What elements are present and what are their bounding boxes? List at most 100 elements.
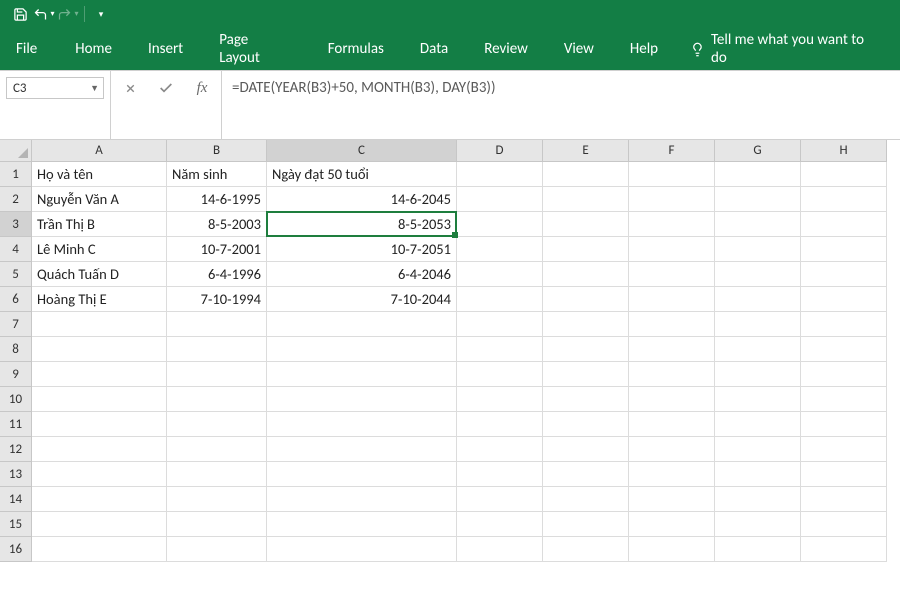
- cell-C16[interactable]: [267, 537, 457, 562]
- cell-C2[interactable]: 14-6-2045: [267, 187, 457, 212]
- cell-E5[interactable]: [543, 262, 629, 287]
- save-button[interactable]: [8, 2, 32, 26]
- cell-B7[interactable]: [167, 312, 267, 337]
- cell-C4[interactable]: 10-7-2051: [267, 237, 457, 262]
- cell-G8[interactable]: [715, 337, 801, 362]
- cell-D6[interactable]: [457, 287, 543, 312]
- cell-A15[interactable]: [32, 512, 167, 537]
- column-header-A[interactable]: A: [32, 140, 167, 162]
- row-header-12[interactable]: 12: [0, 437, 32, 462]
- cell-A1[interactable]: Họ và tên: [32, 162, 167, 187]
- cell-C11[interactable]: [267, 412, 457, 437]
- cell-G2[interactable]: [715, 187, 801, 212]
- row-header-7[interactable]: 7: [0, 312, 32, 337]
- cell-B2[interactable]: 14-6-1995: [167, 187, 267, 212]
- column-header-G[interactable]: G: [715, 140, 801, 162]
- cell-F2[interactable]: [629, 187, 715, 212]
- cell-D10[interactable]: [457, 387, 543, 412]
- cell-H10[interactable]: [801, 387, 887, 412]
- cell-E15[interactable]: [543, 512, 629, 537]
- name-box[interactable]: C3 ▼: [6, 77, 104, 99]
- insert-function-button[interactable]: fx: [189, 77, 215, 99]
- undo-button[interactable]: ▾: [32, 2, 56, 26]
- cell-H15[interactable]: [801, 512, 887, 537]
- cell-H11[interactable]: [801, 412, 887, 437]
- tab-page-layout[interactable]: Page Layout: [205, 21, 306, 77]
- row-header-3[interactable]: 3: [0, 212, 32, 237]
- column-header-H[interactable]: H: [801, 140, 887, 162]
- tab-view[interactable]: View: [550, 30, 608, 68]
- cell-G14[interactable]: [715, 487, 801, 512]
- cell-D5[interactable]: [457, 262, 543, 287]
- row-header-1[interactable]: 1: [0, 162, 32, 187]
- cell-D4[interactable]: [457, 237, 543, 262]
- cell-C10[interactable]: [267, 387, 457, 412]
- cell-C7[interactable]: [267, 312, 457, 337]
- cell-D7[interactable]: [457, 312, 543, 337]
- cell-B12[interactable]: [167, 437, 267, 462]
- cell-G6[interactable]: [715, 287, 801, 312]
- cell-E10[interactable]: [543, 387, 629, 412]
- cell-E2[interactable]: [543, 187, 629, 212]
- cell-H13[interactable]: [801, 462, 887, 487]
- cell-H3[interactable]: [801, 212, 887, 237]
- row-header-10[interactable]: 10: [0, 387, 32, 412]
- cell-B11[interactable]: [167, 412, 267, 437]
- cell-C6[interactable]: 7-10-2044: [267, 287, 457, 312]
- cell-E4[interactable]: [543, 237, 629, 262]
- tab-review[interactable]: Review: [470, 30, 542, 68]
- cell-F8[interactable]: [629, 337, 715, 362]
- formula-input[interactable]: =DATE(YEAR(B3)+50, MONTH(B3), DAY(B3)): [222, 71, 900, 139]
- cell-D15[interactable]: [457, 512, 543, 537]
- customize-qat-button[interactable]: ▾: [89, 2, 113, 26]
- cell-D3[interactable]: [457, 212, 543, 237]
- cell-H5[interactable]: [801, 262, 887, 287]
- cell-B5[interactable]: 6-4-1996: [167, 262, 267, 287]
- cell-A7[interactable]: [32, 312, 167, 337]
- tab-data[interactable]: Data: [406, 30, 462, 68]
- column-header-C[interactable]: C: [267, 140, 457, 162]
- cell-G9[interactable]: [715, 362, 801, 387]
- cell-E1[interactable]: [543, 162, 629, 187]
- cell-F16[interactable]: [629, 537, 715, 562]
- cell-B3[interactable]: 8-5-2003: [167, 212, 267, 237]
- column-header-D[interactable]: D: [457, 140, 543, 162]
- cell-B6[interactable]: 7-10-1994: [167, 287, 267, 312]
- cell-G13[interactable]: [715, 462, 801, 487]
- row-header-8[interactable]: 8: [0, 337, 32, 362]
- cell-A6[interactable]: Hoàng Thị E: [32, 287, 167, 312]
- tab-insert[interactable]: Insert: [134, 30, 197, 68]
- cell-C9[interactable]: [267, 362, 457, 387]
- cell-B14[interactable]: [167, 487, 267, 512]
- cell-F12[interactable]: [629, 437, 715, 462]
- row-header-13[interactable]: 13: [0, 462, 32, 487]
- cell-G16[interactable]: [715, 537, 801, 562]
- row-header-6[interactable]: 6: [0, 287, 32, 312]
- cell-C5[interactable]: 6-4-2046: [267, 262, 457, 287]
- cell-G5[interactable]: [715, 262, 801, 287]
- cell-F3[interactable]: [629, 212, 715, 237]
- tab-home[interactable]: Home: [61, 30, 126, 68]
- cell-A12[interactable]: [32, 437, 167, 462]
- cell-E12[interactable]: [543, 437, 629, 462]
- cell-A3[interactable]: Trần Thị B: [32, 212, 167, 237]
- cell-E7[interactable]: [543, 312, 629, 337]
- cell-C1[interactable]: Ngày đạt 50 tuổi: [267, 162, 457, 187]
- cell-D1[interactable]: [457, 162, 543, 187]
- cell-B13[interactable]: [167, 462, 267, 487]
- cell-G4[interactable]: [715, 237, 801, 262]
- cell-H16[interactable]: [801, 537, 887, 562]
- cell-E6[interactable]: [543, 287, 629, 312]
- cell-C14[interactable]: [267, 487, 457, 512]
- cell-A10[interactable]: [32, 387, 167, 412]
- cell-D12[interactable]: [457, 437, 543, 462]
- cell-A13[interactable]: [32, 462, 167, 487]
- cell-F7[interactable]: [629, 312, 715, 337]
- cell-G10[interactable]: [715, 387, 801, 412]
- cell-F15[interactable]: [629, 512, 715, 537]
- cell-H4[interactable]: [801, 237, 887, 262]
- row-header-15[interactable]: 15: [0, 512, 32, 537]
- cell-A5[interactable]: Quách Tuấn D: [32, 262, 167, 287]
- cell-F6[interactable]: [629, 287, 715, 312]
- cell-F13[interactable]: [629, 462, 715, 487]
